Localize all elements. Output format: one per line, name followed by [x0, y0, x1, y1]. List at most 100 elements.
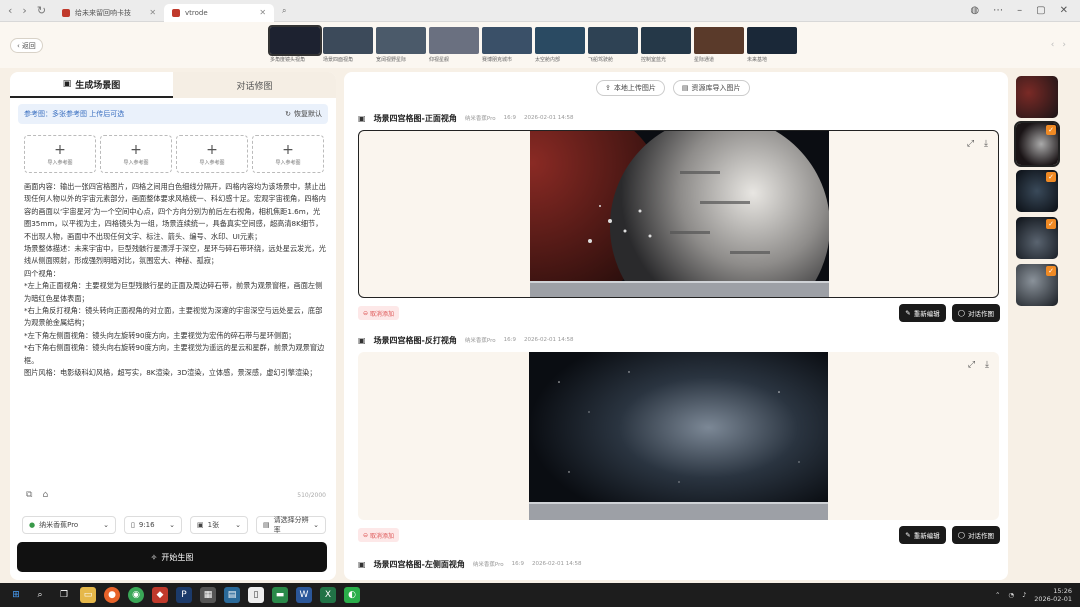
- thumbnail-image: [323, 27, 373, 54]
- photoshop-icon[interactable]: P: [176, 587, 192, 603]
- frame-tools: ⤢ ⤓: [968, 360, 989, 370]
- app-icon[interactable]: ▦: [200, 587, 216, 603]
- regen-button[interactable]: ✎ 重新编辑: [899, 526, 946, 544]
- upload-actions: ⇪ 本地上传图片 ▤ 资源库导入图片: [596, 80, 750, 96]
- result-title: 场景四宫格图-左侧面视角: [373, 559, 465, 569]
- plus-icon: +: [206, 141, 218, 158]
- scene-thumbnail[interactable]: 仰视星舰: [429, 27, 479, 63]
- upload-slot-2[interactable]: + 导入参考图: [100, 135, 172, 173]
- scene-thumbnail[interactable]: 场景四面视角: [323, 27, 373, 63]
- refresh-icon: ↻: [285, 110, 291, 118]
- library-import-button[interactable]: ▤ 资源库导入图片: [672, 80, 750, 96]
- menu-icon[interactable]: ⋯: [993, 5, 1003, 16]
- browser-tab-active[interactable]: vtrode ✕: [164, 3, 275, 22]
- search-icon[interactable]: ⌕: [32, 587, 48, 603]
- history-thumb[interactable]: [1016, 76, 1058, 118]
- image-icon: ▣: [62, 79, 72, 89]
- close-window-icon[interactable]: ✕: [1060, 5, 1068, 16]
- result-time: 2026-02-01 14:58: [531, 561, 582, 567]
- scene-thumbnail[interactable]: 控制室蓝光: [641, 27, 691, 63]
- wechat-icon[interactable]: ◐: [344, 587, 360, 603]
- chevron-up-icon[interactable]: ⌃: [995, 591, 1000, 599]
- result-image-frame[interactable]: ⤢ ⤓: [358, 130, 999, 298]
- history-thumb[interactable]: ✓: [1016, 170, 1058, 212]
- app-icon[interactable]: ◆: [152, 587, 168, 603]
- regen-button[interactable]: ✎ 重新编辑: [899, 304, 946, 322]
- upload-slot-1[interactable]: + 导入参考图: [24, 135, 96, 173]
- history-thumb[interactable]: ✓: [1016, 264, 1058, 306]
- scene-thumbnail[interactable]: 飞船驾驶舱: [588, 27, 638, 63]
- next-icon[interactable]: ›: [1062, 40, 1066, 50]
- document-icon[interactable]: ▯: [248, 587, 264, 603]
- edit-icon: ✎: [905, 309, 911, 317]
- chevron-down-icon: ⌄: [169, 521, 175, 529]
- terminal-icon[interactable]: ▬: [272, 587, 288, 603]
- maximize-icon[interactable]: ▢: [1036, 5, 1045, 16]
- minus-circle-icon: ⊖: [363, 309, 369, 317]
- expand-icon[interactable]: ⤢: [967, 139, 974, 149]
- browser-tab[interactable]: 给未来留回响卡技 ✕: [54, 4, 164, 22]
- task-view-icon[interactable]: ❐: [56, 587, 72, 603]
- globe-icon[interactable]: ◍: [970, 5, 979, 16]
- close-icon[interactable]: ✕: [259, 8, 266, 17]
- scene-thumbnail[interactable]: 宽阔视野星际: [376, 27, 426, 63]
- scene-thumbnail[interactable]: 太空舱内部: [535, 27, 585, 63]
- app-icon[interactable]: ▤: [224, 587, 240, 603]
- tab-dialog-edit[interactable]: 对话修图: [173, 72, 336, 98]
- count-select[interactable]: ▣ 1张 ⌄: [190, 516, 248, 534]
- scene-thumbnail[interactable]: 多角度镜头视角: [268, 25, 322, 63]
- close-icon[interactable]: ✕: [149, 8, 156, 17]
- result-image-frame[interactable]: ⤢ ⤓: [358, 352, 999, 520]
- prompt-textarea[interactable]: 画面内容：输出一张四宫格图片，四格之间用白色细线分隔开，四格内容均为该场景中，禁…: [24, 181, 326, 431]
- clear-icon[interactable]: ⌂: [42, 490, 48, 500]
- model-icon: ●: [29, 521, 36, 529]
- download-icon[interactable]: ⤓: [985, 360, 989, 370]
- scene-thumbnail[interactable]: 赛博朋克城市: [482, 27, 532, 63]
- upload-slot-4[interactable]: + 导入参考图: [252, 135, 324, 173]
- dialog-draw-button[interactable]: ◯ 对话作图: [951, 304, 1000, 322]
- check-icon: ✓: [1046, 266, 1056, 276]
- cancel-add-button[interactable]: ⊖ 取消添加: [358, 306, 400, 320]
- explorer-icon[interactable]: ▭: [80, 587, 96, 603]
- local-upload-button[interactable]: ⇪ 本地上传图片: [596, 80, 665, 96]
- reload-icon[interactable]: ↻: [37, 4, 46, 17]
- download-icon[interactable]: ⤓: [984, 139, 988, 149]
- upload-slot-3[interactable]: + 导入参考图: [176, 135, 248, 173]
- dialog-draw-button[interactable]: ◯ 对话作图: [951, 526, 1000, 544]
- back-button[interactable]: ‹ 返回: [10, 38, 43, 53]
- start-icon[interactable]: ⊞: [8, 587, 24, 603]
- resolution-select[interactable]: ▤ 请选择分辨率 ⌄: [256, 516, 326, 534]
- word-icon[interactable]: W: [296, 587, 312, 603]
- cancel-add-button[interactable]: ⊖ 取消添加: [358, 528, 400, 542]
- prompt-toolbar: ⧉ ⌂ 510/2000: [26, 490, 326, 500]
- minimize-icon[interactable]: –: [1017, 5, 1022, 16]
- firefox-icon[interactable]: ●: [104, 587, 120, 603]
- thumbnail-list: 多角度镜头视角 场景四面视角 宽阔视野星际 仰视星舰 赛博朋克城市 太空舱内部 飞船驾驶舱 控…: [268, 25, 797, 63]
- back-arrow-icon[interactable]: ‹: [8, 4, 12, 17]
- thumbnail-caption: 星际通道: [694, 57, 715, 63]
- scene-thumbnail[interactable]: 未来基地: [747, 27, 797, 63]
- excel-icon[interactable]: X: [320, 587, 336, 603]
- history-column: ✓ ✓ ✓ ✓: [1012, 76, 1064, 311]
- history-thumb[interactable]: ✓: [1014, 121, 1060, 167]
- expand-icon[interactable]: ⤢: [968, 360, 975, 370]
- prev-icon[interactable]: ‹: [1051, 40, 1055, 50]
- plus-icon: +: [54, 141, 66, 158]
- system-clock[interactable]: 15:26 2026-02-01: [1034, 587, 1072, 603]
- model-select[interactable]: ● 纳米香蕉Pro ⌄: [22, 516, 116, 534]
- forward-arrow-icon[interactable]: ›: [22, 4, 26, 17]
- search-icon[interactable]: ⌕: [282, 6, 286, 16]
- scene-thumbnail[interactable]: 星际通道: [694, 27, 744, 63]
- frame-tools: ⤢ ⤓: [967, 139, 988, 149]
- history-thumb[interactable]: ✓: [1016, 217, 1058, 259]
- reset-default-button[interactable]: ↻ 恢复默认: [285, 109, 322, 119]
- chrome-icon[interactable]: ◉: [128, 587, 144, 603]
- ratio-select[interactable]: ▯ 9:16 ⌄: [124, 516, 182, 534]
- network-icon[interactable]: ◔: [1008, 591, 1014, 599]
- tab-generate-scene[interactable]: ▣ 生成场景图: [10, 72, 173, 98]
- os-taskbar: ⊞ ⌕ ❐ ▭ ● ◉ ◆ P ▦ ▤ ▯ ▬ W X ◐ ⌃ ◔ ♪ 15:2…: [0, 583, 1080, 607]
- plus-icon: +: [130, 141, 142, 158]
- volume-icon[interactable]: ♪: [1022, 591, 1026, 599]
- start-generate-button[interactable]: ✧ 开始生图: [17, 542, 327, 572]
- copy-icon[interactable]: ⧉: [26, 490, 32, 500]
